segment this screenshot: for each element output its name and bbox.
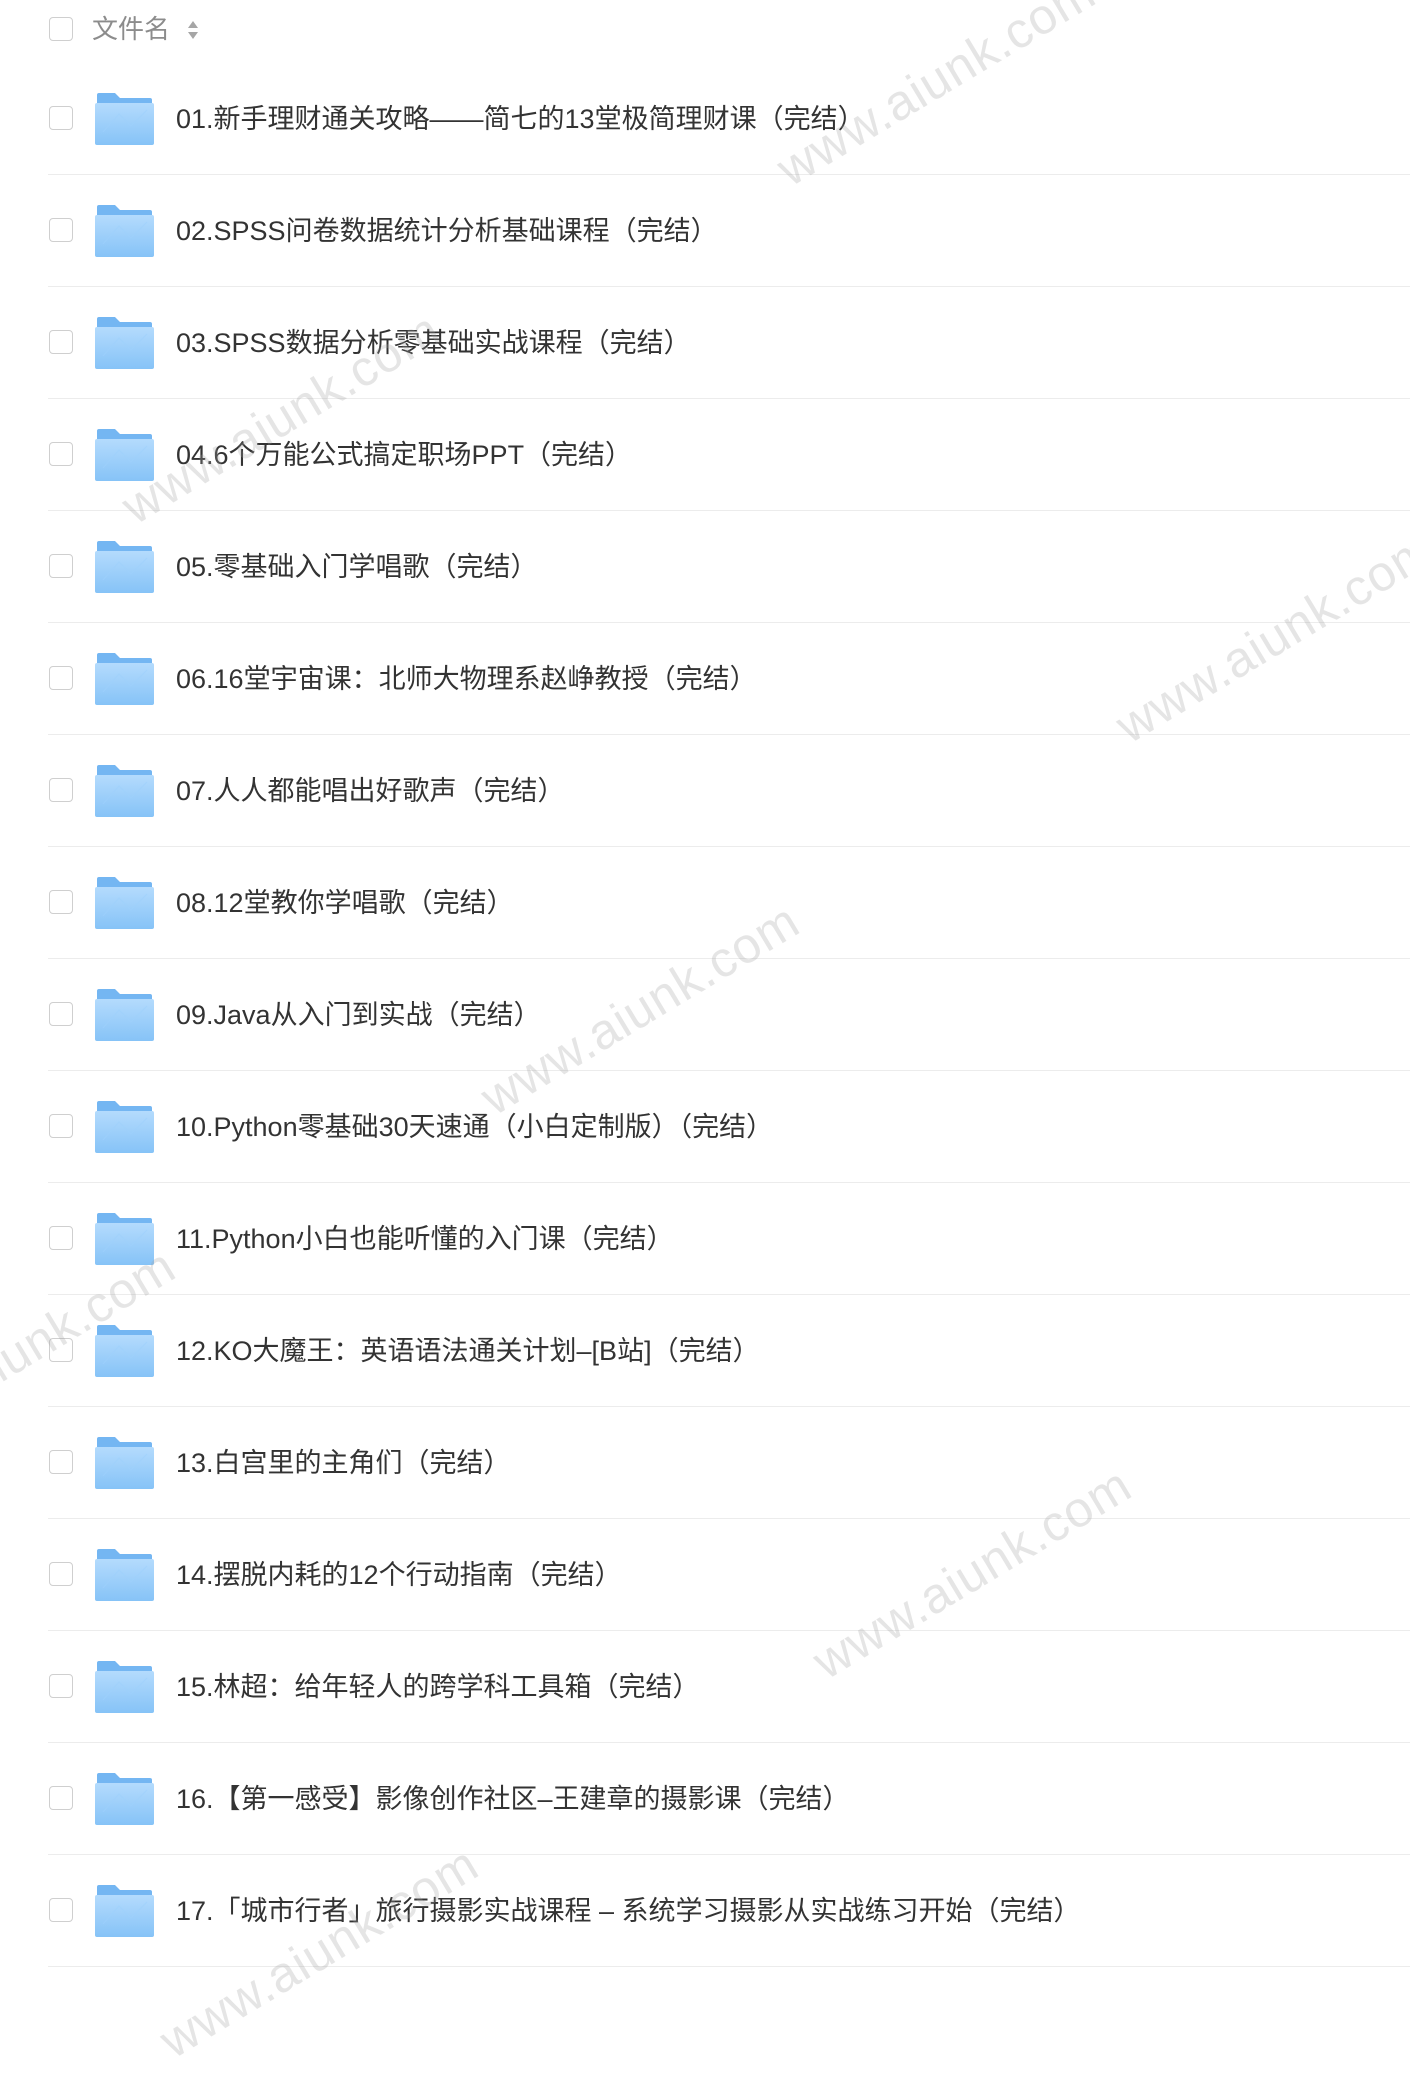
file-row[interactable]: 14.摆脱内耗的12个行动指南（完结） [48, 1519, 1410, 1631]
file-name[interactable]: 06.16堂宇宙课：北师大物理系赵峥教授（完结） [176, 661, 757, 697]
file-name[interactable]: 08.12堂教你学唱歌（完结） [176, 885, 514, 921]
row-checkbox[interactable] [49, 1786, 73, 1810]
folder-icon [95, 204, 154, 257]
row-checkbox[interactable] [49, 554, 73, 578]
file-name[interactable]: 05.零基础入门学唱歌（完结） [176, 549, 538, 585]
select-all-checkbox[interactable] [49, 17, 73, 41]
row-checkbox[interactable] [49, 1114, 73, 1138]
file-row[interactable]: 17.「城市行者」旅行摄影实战课程 – 系统学习摄影从实战练习开始（完结） [48, 1855, 1410, 1967]
row-checkbox[interactable] [49, 1226, 73, 1250]
folder-icon [95, 1324, 154, 1377]
row-checkbox[interactable] [49, 1898, 73, 1922]
row-checkbox[interactable] [49, 666, 73, 690]
file-row[interactable]: 10.Python零基础30天速通（小白定制版）（完结） [48, 1071, 1410, 1183]
folder-icon [95, 1772, 154, 1825]
folder-icon [95, 876, 154, 929]
file-name[interactable]: 02.SPSS问卷数据统计分析基础课程（完结） [176, 213, 718, 249]
file-row[interactable]: 05.零基础入门学唱歌（完结） [48, 511, 1410, 623]
folder-icon [95, 1884, 154, 1937]
row-checkbox[interactable] [49, 1562, 73, 1586]
row-checkbox[interactable] [49, 106, 73, 130]
file-row[interactable]: 06.16堂宇宙课：北师大物理系赵峥教授（完结） [48, 623, 1410, 735]
file-row[interactable]: 01.新手理财通关攻略——简七的13堂极简理财课（完结） [48, 63, 1410, 175]
file-name[interactable]: 17.「城市行者」旅行摄影实战课程 – 系统学习摄影从实战练习开始（完结） [176, 1893, 1081, 1929]
row-checkbox[interactable] [49, 1002, 73, 1026]
row-checkbox[interactable] [49, 778, 73, 802]
folder-icon [95, 764, 154, 817]
file-row[interactable]: 09.Java从入门到实战（完结） [48, 959, 1410, 1071]
folder-icon [95, 92, 154, 145]
file-row[interactable]: 04.6个万能公式搞定职场PPT（完结） [48, 399, 1410, 511]
file-row[interactable]: 16.【第一感受】影像创作社区–王建章的摄影课（完结） [48, 1743, 1410, 1855]
file-name[interactable]: 07.人人都能唱出好歌声（完结） [176, 773, 565, 809]
file-name[interactable]: 10.Python零基础30天速通（小白定制版）（完结） [176, 1109, 773, 1145]
folder-icon [95, 316, 154, 369]
file-row[interactable]: 03.SPSS数据分析零基础实战课程（完结） [48, 287, 1410, 399]
row-checkbox[interactable] [49, 218, 73, 242]
file-name[interactable]: 13.白宫里的主角们（完结） [176, 1445, 511, 1481]
folder-icon [95, 1436, 154, 1489]
file-row[interactable]: 02.SPSS问卷数据统计分析基础课程（完结） [48, 175, 1410, 287]
file-row[interactable]: 13.白宫里的主角们（完结） [48, 1407, 1410, 1519]
row-checkbox[interactable] [49, 890, 73, 914]
row-checkbox[interactable] [49, 330, 73, 354]
folder-icon [95, 652, 154, 705]
file-name[interactable]: 14.摆脱内耗的12个行动指南（完结） [176, 1557, 622, 1593]
file-browser-page: 文件名 01.新手理财通关攻略——简七的13堂极简理财课（完结） 02.SPSS问… [0, 0, 1410, 2082]
folder-icon [95, 1212, 154, 1265]
file-name[interactable]: 16.【第一感受】影像创作社区–王建章的摄影课（完结） [176, 1781, 850, 1817]
folder-icon [95, 988, 154, 1041]
file-name[interactable]: 15.林超：给年轻人的跨学科工具箱（完结） [176, 1669, 700, 1705]
folder-icon [95, 1100, 154, 1153]
file-row[interactable]: 08.12堂教你学唱歌（完结） [48, 847, 1410, 959]
file-name[interactable]: 01.新手理财通关攻略——简七的13堂极简理财课（完结） [176, 101, 865, 137]
file-name[interactable]: 04.6个万能公式搞定职场PPT（完结） [176, 437, 632, 473]
file-name[interactable]: 12.KO大魔王：英语语法通关计划–[B站]（完结） [176, 1333, 760, 1369]
folder-icon [95, 1548, 154, 1601]
row-checkbox[interactable] [49, 1674, 73, 1698]
row-checkbox[interactable] [49, 1450, 73, 1474]
sort-icon[interactable] [186, 19, 200, 41]
folder-icon [95, 428, 154, 481]
list-header: 文件名 [0, 0, 1410, 58]
file-list: 01.新手理财通关攻略——简七的13堂极简理财课（完结） 02.SPSS问卷数据统… [48, 63, 1410, 1967]
column-header-filename[interactable]: 文件名 [92, 12, 170, 46]
file-row[interactable]: 15.林超：给年轻人的跨学科工具箱（完结） [48, 1631, 1410, 1743]
file-name[interactable]: 03.SPSS数据分析零基础实战课程（完结） [176, 325, 691, 361]
file-row[interactable]: 07.人人都能唱出好歌声（完结） [48, 735, 1410, 847]
folder-icon [95, 540, 154, 593]
file-row[interactable]: 12.KO大魔王：英语语法通关计划–[B站]（完结） [48, 1295, 1410, 1407]
row-checkbox[interactable] [49, 442, 73, 466]
file-row[interactable]: 11.Python小白也能听懂的入门课（完结） [48, 1183, 1410, 1295]
row-checkbox[interactable] [49, 1338, 73, 1362]
folder-icon [95, 1660, 154, 1713]
file-name[interactable]: 11.Python小白也能听懂的入门课（完结） [176, 1221, 674, 1257]
file-name[interactable]: 09.Java从入门到实战（完结） [176, 997, 541, 1033]
